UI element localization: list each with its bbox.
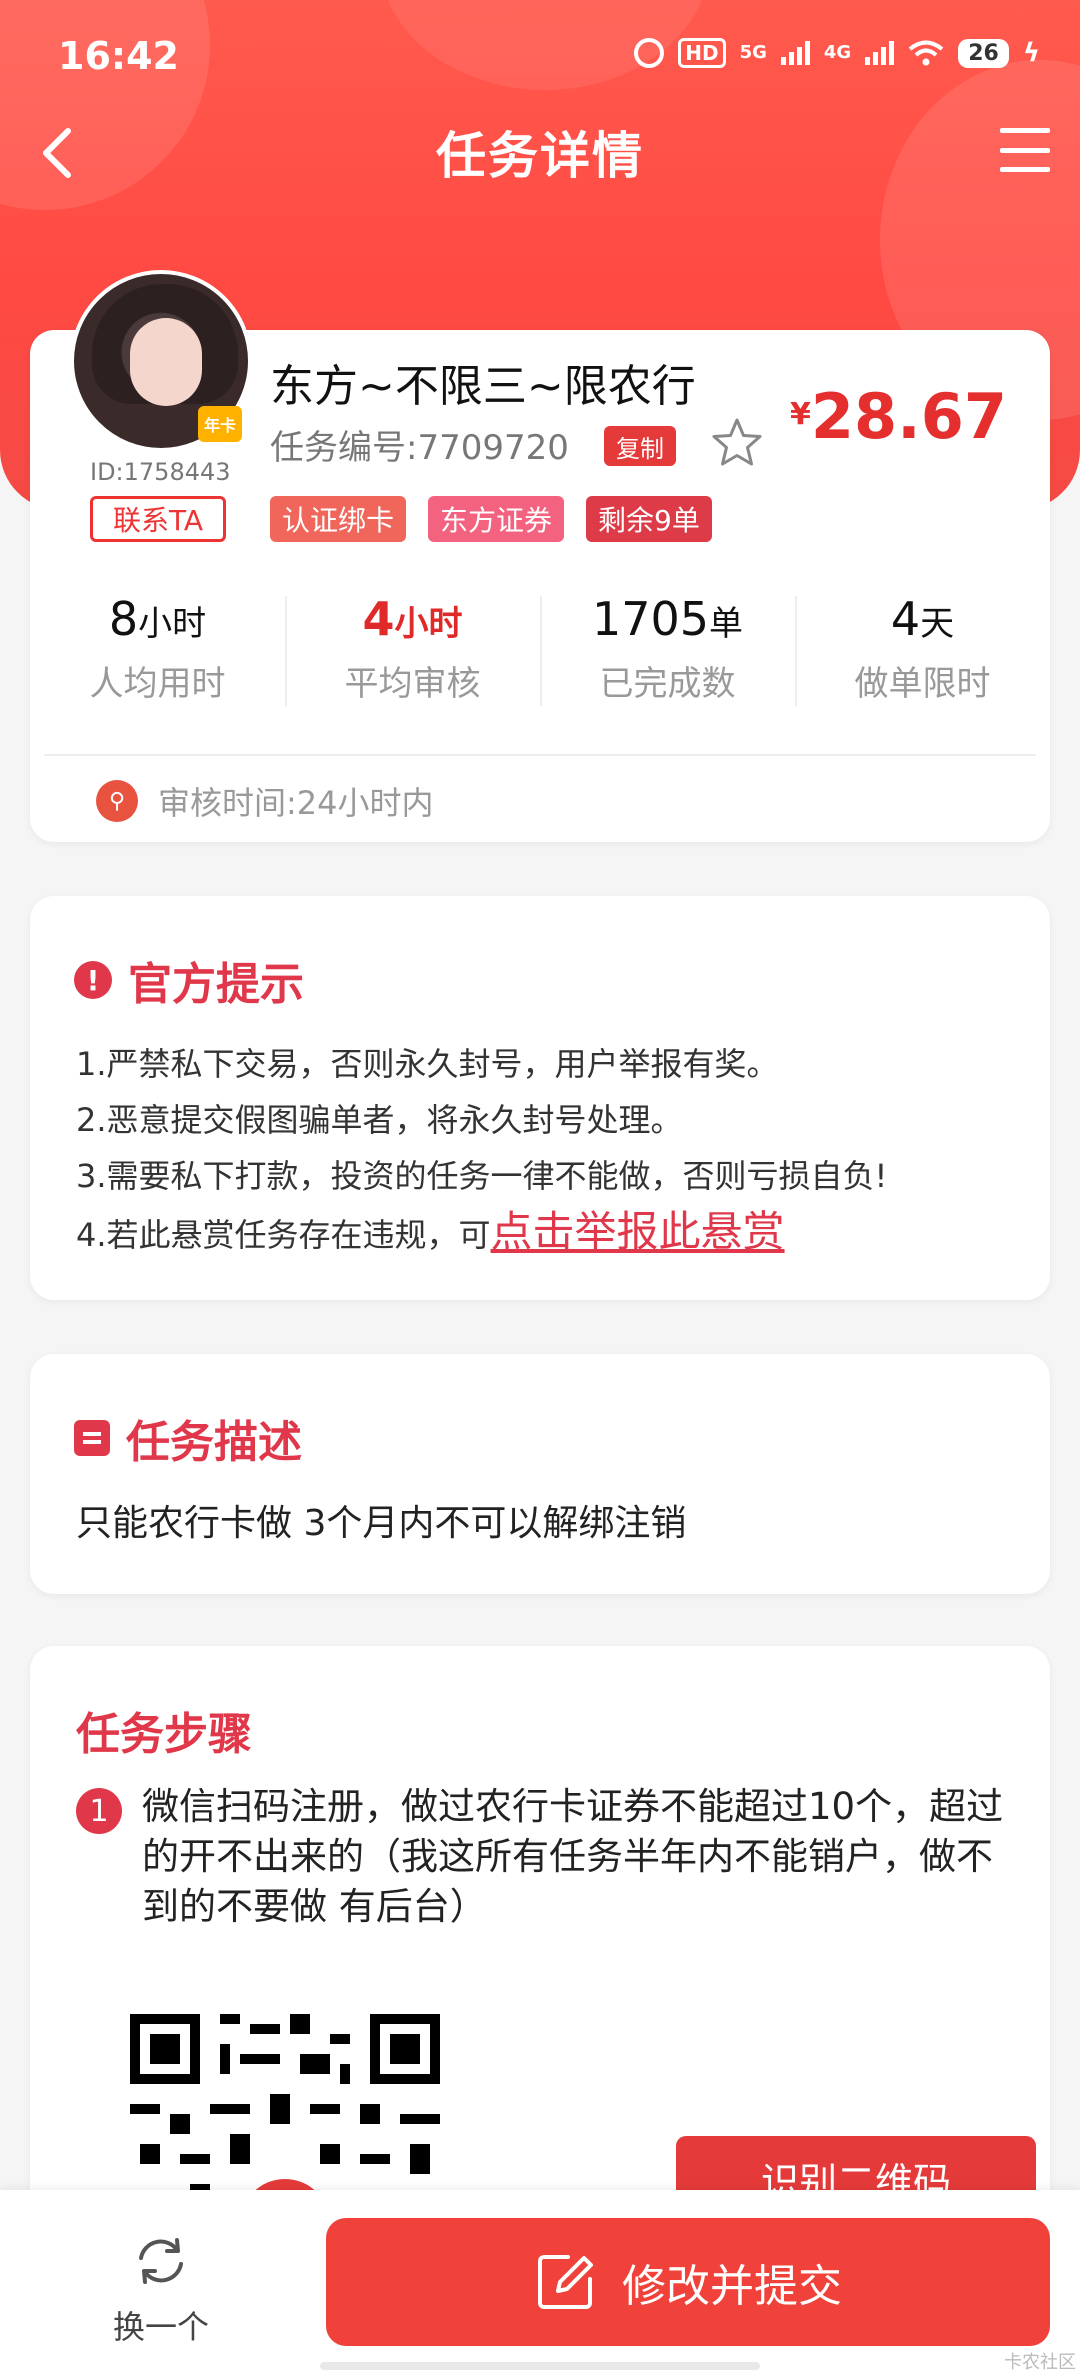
steps-title: 任务步骤 [76,1709,252,1760]
stamp-icon: ⚲ [96,780,138,822]
tag-remaining: 剩余9单 [586,496,712,542]
battery-icon: 26 [958,38,1009,68]
alarm-icon [634,38,665,68]
submit-button[interactable]: 修改并提交 [326,2218,1050,2346]
tip-item: 1.严禁私下交易，否则永久封号，用户举报有奖。 [76,1045,779,1083]
document-icon [74,1420,110,1456]
price-amount: 28.67 [810,380,1007,453]
step-text: 微信扫码注册，做过农行卡证券不能超过10个，超过的开不出来的（我这所有任务半年内… [142,1785,1004,1928]
task-tags: 认证绑卡 东方证券 剩余9单 [270,496,712,542]
audit-time-text: 审核时间:24小时内 [158,784,434,822]
swap-label: 换一个 [112,2308,209,2346]
signal-icon [780,41,810,65]
description-title: 任务描述 [74,1406,302,1470]
wifi-icon [908,40,944,66]
tag-broker: 东方证券 [428,496,565,542]
divider [44,754,1036,756]
tips-title: ! 官方提示 [74,948,304,1012]
status-time: 16:42 [58,34,179,78]
stat-completed: 1705单 已完成数 [540,586,795,706]
home-indicator[interactable] [320,2362,760,2370]
page-title: 任务详情 [436,127,644,185]
official-tips-card: ! 官方提示 1.严禁私下交易，否则永久封号，用户举报有奖。 2.恶意提交假图骗… [30,896,1050,1300]
tag-verify-card: 认证绑卡 [270,496,407,542]
price-currency: ¥ [790,397,811,432]
description-text: 只能农行卡做 3个月内不可以解绑注销 [76,1503,687,1544]
nav-bar: 任务详情 [0,110,1080,194]
task-name: 东方~不限三~限农行 [270,361,696,412]
exclamation-icon: ! [74,961,112,999]
status-bar: 16:42 HD 5G 4G 26 ϟ [0,0,1080,110]
network-4g-label: 4G [823,42,852,63]
submit-label: 修改并提交 [622,2261,842,2312]
tip-item: 4.若此悬赏任务存在违规，可点击举报此悬赏 [76,1207,785,1256]
task-card: 年卡 ID:1758443 联系TA 东方~不限三~限农行 任务编号:77097… [30,270,1050,842]
stat-avg-time: 8小时 人均用时 [89,592,226,704]
watermark: 卡农社区 [1004,2352,1076,2373]
task-stats: 8小时 人均用时 4小时 平均审核 1705单 已完成数 4天 做单限时 [30,586,1050,706]
page: 16:42 HD 5G 4G 26 ϟ 任务详情 年卡 ID:1758443 联… [0,0,1080,2376]
task-number: 任务编号:7709720 [270,428,569,468]
signal-icon-2 [865,41,895,65]
menu-icon[interactable] [1000,128,1050,172]
stat-avg-review: 4小时 平均审核 [285,586,540,706]
stat-time-limit: 4天 做单限时 [795,586,1050,706]
reward-price: ¥28.67 [790,380,1007,453]
tip-item: 2.恶意提交假图骗单者，将永久封号处理。 [76,1101,683,1139]
hd-icon: HD [678,38,726,68]
refresh-icon [139,2238,183,2284]
copy-button[interactable]: 复制 [604,426,676,466]
step-item: 1 微信扫码注册，做过农行卡证券不能超过10个，超过的开不出来的（我这所有任务半… [76,1782,1020,1932]
tips-list: 1.严禁私下交易，否则永久封号，用户举报有奖。 2.恶意提交假图骗单者，将永久封… [76,1036,1030,1263]
task-description-card: 任务描述 只能农行卡做 3个月内不可以解绑注销 [30,1354,1050,1594]
contact-button[interactable]: 联系TA [90,496,226,542]
charging-icon: ϟ [1022,38,1040,68]
edit-icon [538,2255,593,2309]
network-5g-label: 5G [739,42,767,63]
swap-button[interactable]: 换一个 [96,2234,226,2348]
audit-time: ⚲ 审核时间:24小时内 [96,778,434,824]
favorite-star-icon[interactable] [710,416,764,470]
bottom-bar: 换一个 修改并提交 卡农社区 [0,2190,1080,2376]
step-number: 1 [76,1788,122,1834]
report-link[interactable]: 点击举报此悬赏 [491,1207,785,1256]
user-id: ID:1758443 [90,458,231,486]
annual-badge: 年卡 [198,406,242,442]
tip-item: 3.需要私下打款，投资的任务一律不能做，否则亏损自负! [76,1157,888,1195]
